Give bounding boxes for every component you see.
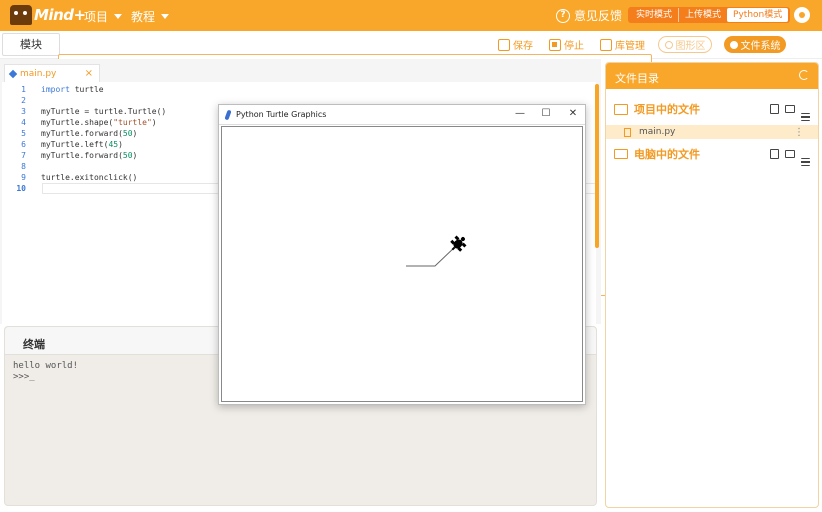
logo-text: Mind+ xyxy=(34,6,86,24)
new-folder-icon[interactable] xyxy=(785,150,795,158)
library-button[interactable]: 库管理 xyxy=(600,37,645,52)
number-literal: 45 xyxy=(108,140,119,149)
window-titlebar[interactable]: Python Turtle Graphics — ☐ ✕ xyxy=(219,105,585,125)
tab-blocks[interactable]: 模块 xyxy=(2,33,60,56)
code-text: myTurtle.left(45) xyxy=(41,140,123,149)
menu-icon[interactable] xyxy=(801,113,810,121)
terminal-title: 终端 xyxy=(23,338,45,351)
code-text: myTurtle = turtle.Turtle() xyxy=(41,107,167,116)
top-bar: Mind+ 项目 教程 ? 意见反馈 实时模式 上传模式 Python模式 xyxy=(0,0,822,31)
file-directory-panel: 文件目录 项目中的文件 main.py ⋮ 电脑中的文件 xyxy=(605,62,819,508)
folder-list-icon xyxy=(614,103,628,115)
file-tab-main[interactable]: main.py × xyxy=(4,64,100,82)
minimize-button[interactable]: — xyxy=(513,108,527,120)
line-number: 7 xyxy=(21,151,26,160)
file-panel-title: 文件目录 xyxy=(615,72,659,85)
save-icon xyxy=(498,38,510,51)
menu-tutorial[interactable]: 教程 xyxy=(131,8,170,25)
more-options-icon[interactable]: ⋮ xyxy=(794,127,804,138)
turtle-canvas[interactable] xyxy=(221,126,583,402)
python-file-icon xyxy=(8,69,18,78)
mode-realtime[interactable]: 实时模式 xyxy=(630,8,678,22)
line-number: 10 xyxy=(16,184,26,193)
maximize-button[interactable]: ☐ xyxy=(539,108,553,120)
computer-files-section[interactable]: 电脑中的文件 xyxy=(606,144,818,166)
chevron-down-icon xyxy=(161,14,170,19)
filesystem-button[interactable]: 文件系统 xyxy=(724,36,786,53)
close-button[interactable]: ✕ xyxy=(566,108,580,120)
computer-files-actions xyxy=(770,149,810,166)
code-text: myTurtle.shape("turtle") xyxy=(41,118,157,127)
graphics-label: 图形区 xyxy=(675,41,706,52)
code-text: myTurtle.forward(50) xyxy=(41,129,138,138)
turtle-path xyxy=(406,244,458,267)
string-literal: "turtle" xyxy=(113,118,152,127)
mindplus-logo[interactable]: Mind+ xyxy=(10,5,86,25)
question-icon: ? xyxy=(556,8,570,23)
stop-icon xyxy=(549,38,561,51)
line-number: 6 xyxy=(21,140,26,149)
check-circle-icon xyxy=(729,40,738,49)
filesystem-label: 文件系统 xyxy=(740,41,781,52)
new-folder-icon[interactable] xyxy=(785,105,795,113)
code-line: 1 import turtle xyxy=(2,84,596,95)
code-text: myTurtle.forward(50) xyxy=(41,151,138,160)
chevron-down-icon xyxy=(114,14,123,19)
feedback-label: 意见反馈 xyxy=(574,9,623,23)
line-number: 5 xyxy=(21,129,26,138)
new-file-icon[interactable] xyxy=(770,149,779,159)
line-number: 3 xyxy=(21,107,26,116)
editor-scrollbar[interactable] xyxy=(595,84,599,248)
robot-logo-icon xyxy=(10,5,32,25)
stop-button[interactable]: 停止 xyxy=(549,37,584,52)
file-panel-header: 文件目录 xyxy=(606,63,818,89)
library-icon xyxy=(600,38,612,51)
computer-files-label: 电脑中的文件 xyxy=(634,148,700,161)
line-number: 8 xyxy=(21,162,26,171)
mode-upload[interactable]: 上传模式 xyxy=(678,8,727,22)
monitor-icon xyxy=(614,149,628,159)
settings-gear-icon[interactable] xyxy=(794,7,810,23)
graphics-icon xyxy=(664,40,673,49)
project-files-label: 项目中的文件 xyxy=(634,103,700,116)
mode-python[interactable]: Python模式 xyxy=(727,8,789,22)
menu-icon[interactable] xyxy=(801,158,810,166)
save-button[interactable]: 保存 xyxy=(498,37,533,52)
line-number: 1 xyxy=(21,85,26,94)
turtle-graphics-window: Python Turtle Graphics — ☐ ✕ xyxy=(218,104,586,405)
library-label: 库管理 xyxy=(615,41,645,52)
menu-project-label: 项目 xyxy=(84,10,109,24)
menu-tutorial-label: 教程 xyxy=(131,10,156,24)
project-files-actions xyxy=(770,104,810,121)
project-files-section[interactable]: 项目中的文件 xyxy=(606,99,818,121)
file-item-label: main.py xyxy=(639,127,676,137)
graphics-area-button[interactable]: 图形区 xyxy=(658,36,712,53)
terminal-output[interactable]: hello world! >>>_ xyxy=(13,361,78,383)
mode-switcher: 实时模式 上传模式 Python模式 xyxy=(628,7,791,23)
window-title: Python Turtle Graphics xyxy=(236,110,327,119)
turtle-drawing xyxy=(406,235,467,267)
number-literal: 50 xyxy=(122,151,133,160)
close-tab-icon[interactable]: × xyxy=(85,68,93,79)
feedback-button[interactable]: ? 意见反馈 xyxy=(556,7,622,24)
refresh-icon[interactable] xyxy=(799,70,809,80)
file-item-main-py[interactable]: main.py ⋮ xyxy=(606,125,818,139)
number-literal: 50 xyxy=(122,129,133,138)
code-text: turtle.exitonclick() xyxy=(41,173,138,182)
file-icon xyxy=(624,127,631,137)
line-number: 9 xyxy=(21,173,26,182)
line-number: 4 xyxy=(21,118,26,127)
file-tab-label: main.py xyxy=(20,68,57,79)
stop-label: 停止 xyxy=(564,41,584,52)
line-number: 2 xyxy=(21,96,26,105)
code-text: import turtle xyxy=(41,85,104,94)
save-label: 保存 xyxy=(513,41,533,52)
keyword-import: import xyxy=(41,85,70,94)
feather-icon xyxy=(224,109,232,121)
menu-project[interactable]: 项目 xyxy=(84,8,123,25)
new-file-icon[interactable] xyxy=(770,104,779,114)
